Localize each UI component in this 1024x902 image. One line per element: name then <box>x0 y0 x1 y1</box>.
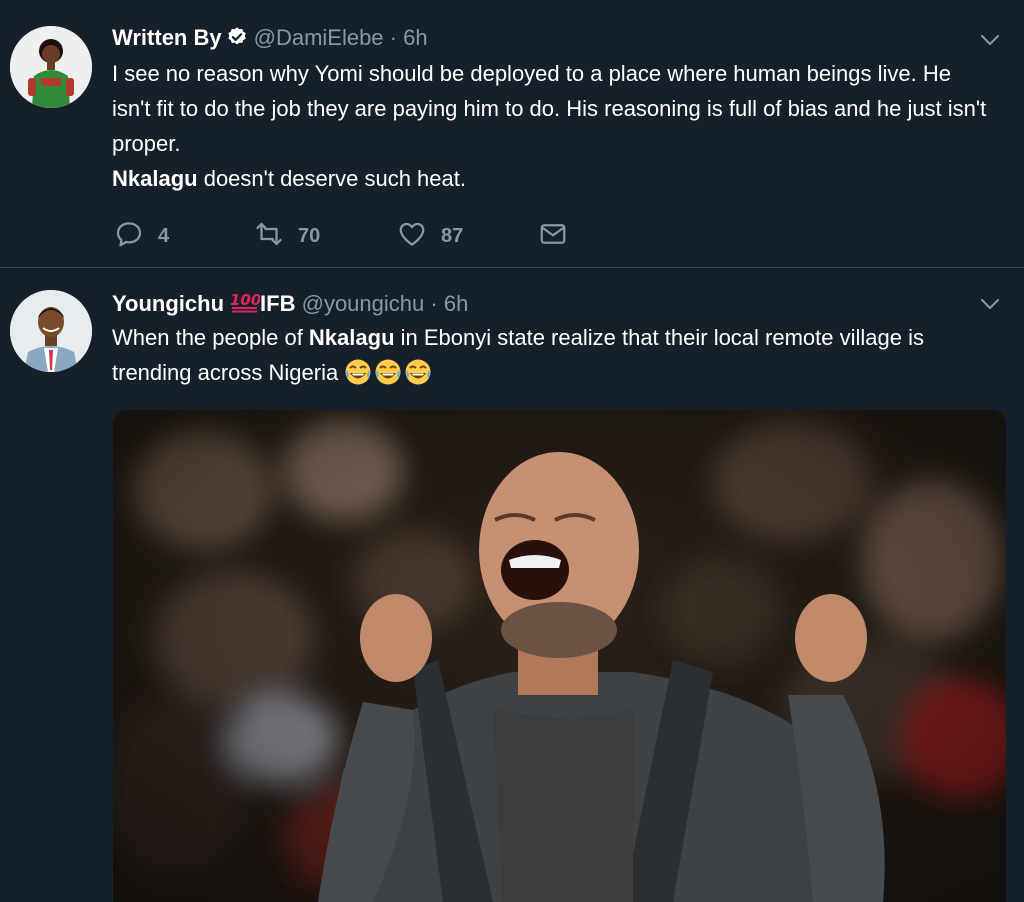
retweet-count: 70 <box>298 224 321 247</box>
verified-badge-icon <box>226 26 248 54</box>
tweet-paragraph-rest: doesn't deserve such heat. <box>197 166 466 191</box>
hashtag-topic[interactable]: Nkalagu <box>309 325 395 350</box>
chevron-down-icon[interactable] <box>978 292 1002 316</box>
timestamp[interactable]: 6h <box>444 291 468 316</box>
retweet-icon <box>254 219 284 254</box>
svg-text:100: 100 <box>230 291 260 309</box>
direct-message-button[interactable] <box>538 220 568 252</box>
face-with-tears-of-joy-emoji <box>344 359 434 385</box>
handle[interactable]: @DamiElebe <box>254 25 384 50</box>
tweet[interactable]: Written By @DamiElebe · 6h I see no reaso… <box>0 0 1024 268</box>
tweet-paragraph: When the people of Nkalagu in Ebonyi sta… <box>112 320 992 390</box>
chevron-down-icon[interactable] <box>978 28 1002 52</box>
handle[interactable]: @youngichu <box>302 291 425 316</box>
reply-count: 4 <box>158 224 170 247</box>
tweet[interactable]: Youngichu 100 IFB @youngichu · 6h When the… <box>0 268 1024 902</box>
tweet-header: Youngichu 100 IFB @youngichu · 6h <box>112 289 468 319</box>
like-button[interactable]: 87 <box>397 220 463 252</box>
timestamp[interactable]: 6h <box>403 25 427 50</box>
display-name[interactable]: Written By <box>112 25 222 50</box>
tweet-text-part: When the people of <box>112 325 309 350</box>
display-name[interactable]: Youngichu <box>112 291 224 316</box>
separator: · <box>389 25 397 50</box>
tweet-text: When the people of Nkalagu in Ebonyi sta… <box>112 320 992 390</box>
avatar[interactable] <box>10 290 92 372</box>
like-count: 87 <box>441 224 464 247</box>
retweet-button[interactable]: 70 <box>254 220 320 252</box>
reply-icon <box>114 219 144 254</box>
avatar[interactable] <box>10 26 92 108</box>
tweet-paragraph: I see no reason why Yomi should be deplo… <box>112 61 987 156</box>
envelope-icon <box>538 219 568 254</box>
display-name-suffix[interactable]: IFB <box>260 291 295 316</box>
tweet-header: Written By @DamiElebe · 6h <box>112 25 428 54</box>
tweet-paragraph: Nkalagu doesn't deserve such heat. <box>112 161 992 196</box>
tweet-text: I see no reason why Yomi should be deplo… <box>112 56 992 196</box>
tweet-photo[interactable] <box>113 410 1006 902</box>
hashtag-topic[interactable]: Nkalagu <box>112 166 198 191</box>
heart-icon <box>397 219 427 254</box>
reply-button[interactable]: 4 <box>114 220 169 252</box>
hundred-points-emoji: 100 <box>230 289 261 319</box>
tweet-actions: 4 70 87 <box>112 220 612 252</box>
separator: · <box>430 291 438 316</box>
